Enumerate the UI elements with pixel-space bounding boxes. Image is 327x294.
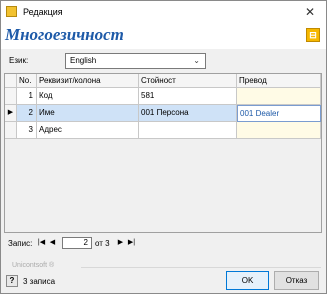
grid-corner	[5, 74, 17, 88]
row-indicator[interactable]	[5, 122, 17, 139]
window-title: Редакция	[23, 7, 63, 17]
column-header-no[interactable]: No.	[17, 74, 37, 88]
language-select[interactable]: English ⌄	[65, 53, 206, 69]
language-select-value: English	[70, 56, 97, 65]
column-header-value[interactable]: Стойност	[139, 74, 237, 88]
footer-divider	[81, 267, 321, 268]
first-record-icon[interactable]: |◀	[37, 238, 46, 248]
language-label: Език:	[9, 56, 29, 65]
current-row-indicator[interactable]: ▶	[5, 105, 17, 122]
record-count-text: от 3	[95, 239, 110, 248]
collapse-icon[interactable]: ⊟	[306, 28, 320, 42]
last-record-icon[interactable]: ▶|	[127, 238, 136, 248]
value-cell[interactable]	[139, 122, 237, 139]
ok-button[interactable]: OK	[226, 271, 269, 290]
translation-grid: No. Реквизит/колона Стойност Превод 1 Ко…	[4, 73, 322, 233]
status-text: 3 записа	[23, 277, 56, 286]
translation-cell-editing[interactable]: 001 Dealer	[237, 105, 321, 122]
row-number: 2	[17, 105, 37, 122]
record-navigator: Запис: |◀ ◀ 2 от 3 ▶ ▶|	[1, 235, 326, 251]
page-title: Многоезичност	[5, 25, 124, 44]
next-record-icon[interactable]: ▶	[116, 238, 125, 248]
row-indicator[interactable]	[5, 88, 17, 105]
navigator-label: Запис:	[8, 239, 33, 248]
prev-record-icon[interactable]: ◀	[48, 238, 57, 248]
brand-label: Unicontsoft ®	[12, 262, 55, 269]
app-icon	[6, 6, 17, 17]
chevron-down-icon: ⌄	[193, 56, 200, 65]
column-header-translation[interactable]: Превод	[237, 74, 321, 88]
row-number: 1	[17, 88, 37, 105]
translation-cell[interactable]	[237, 122, 321, 139]
help-icon[interactable]: ?	[6, 275, 18, 287]
translation-cell[interactable]	[237, 88, 321, 105]
record-number-input[interactable]: 2	[62, 237, 92, 249]
field-cell[interactable]: Адрес	[37, 122, 139, 139]
row-number: 3	[17, 122, 37, 139]
value-cell[interactable]: 001 Персона	[139, 105, 237, 122]
field-cell[interactable]: Име	[37, 105, 139, 122]
close-button[interactable]: ✕	[294, 1, 326, 23]
field-cell[interactable]: Код	[37, 88, 139, 105]
title-bar: Редакция ✕	[1, 1, 326, 23]
cancel-button[interactable]: Отказ	[274, 271, 319, 290]
dialog-window: Редакция ✕ Многоезичност ⊟ Език: English…	[0, 0, 327, 294]
column-header-field[interactable]: Реквизит/колона	[37, 74, 139, 88]
value-cell[interactable]: 581	[139, 88, 237, 105]
